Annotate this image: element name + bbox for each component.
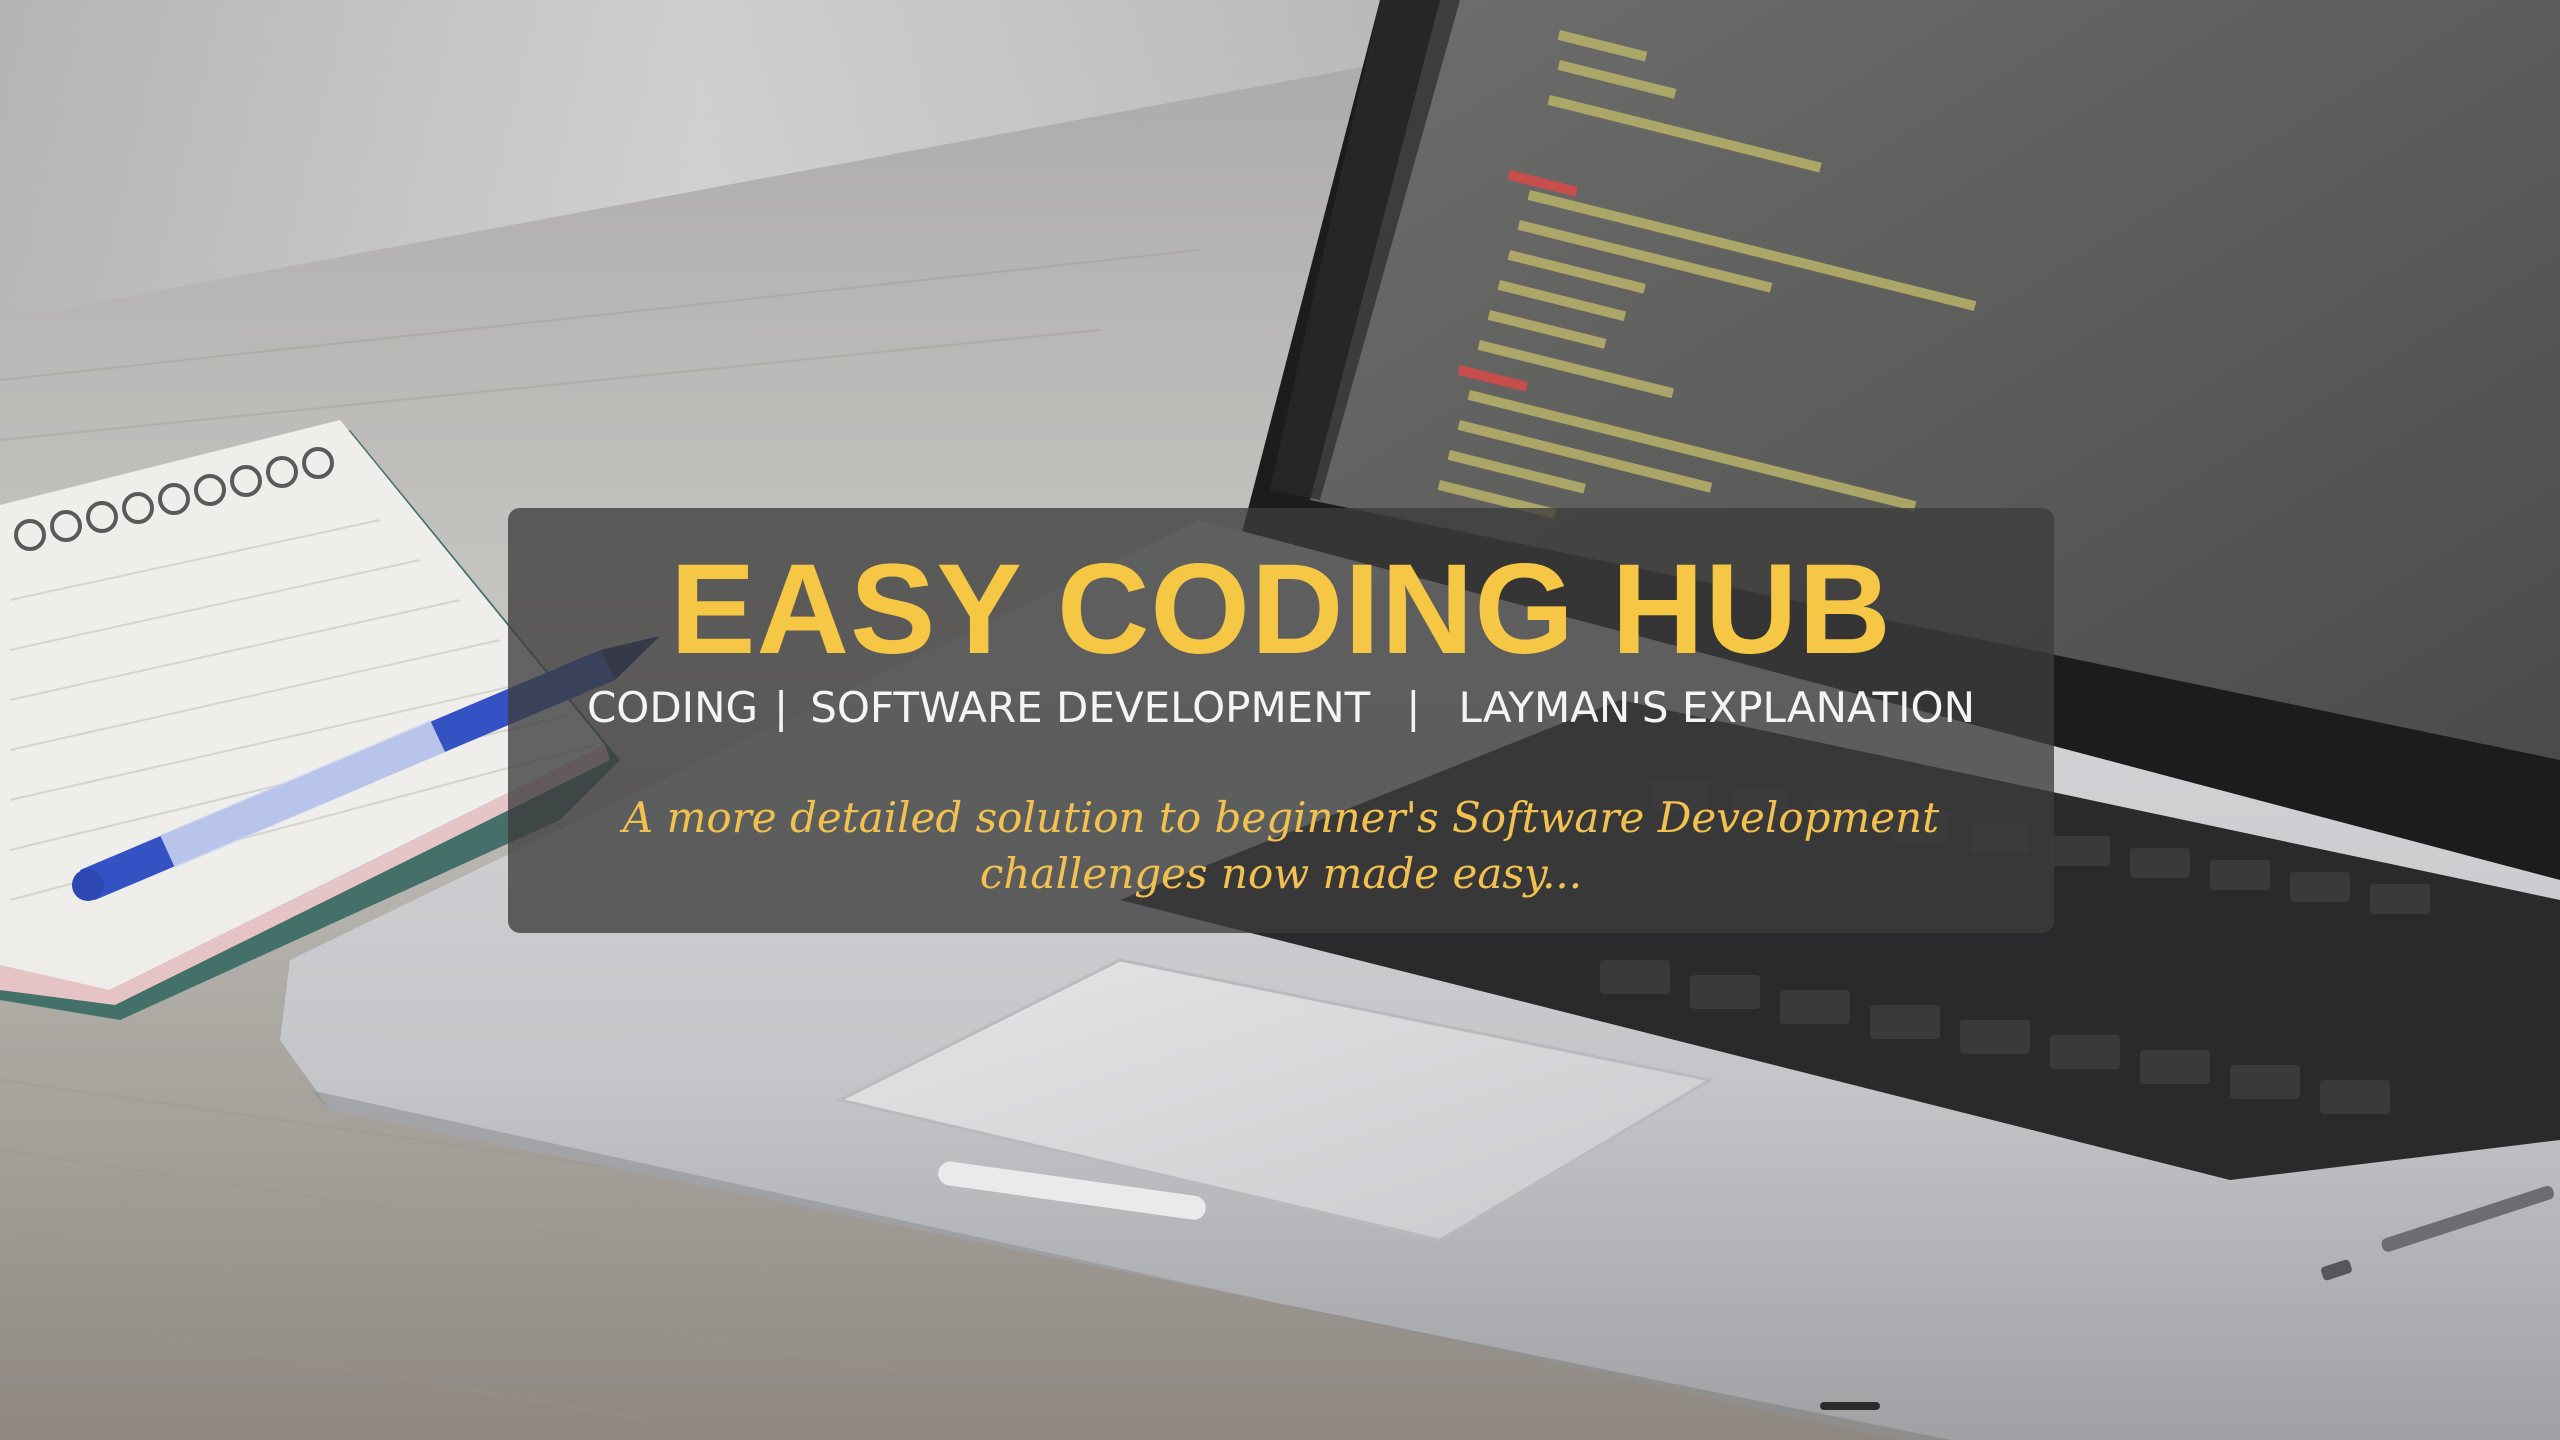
tagline: CODING | SOFTWARE DEVELOPMENT | LAYMAN'S EXP… xyxy=(508,680,2054,736)
hero-banner: EASY CODING HUB CODING | SOFTWARE DEVELOPM… xyxy=(0,0,2560,1440)
hero-subtitle: A more detailed solution to beginner's S… xyxy=(622,793,1940,898)
tagline-separator: | xyxy=(1406,683,1421,732)
tagline-item-coding: CODING xyxy=(586,683,759,732)
tagline-item-software-development: SOFTWARE DEVELOPMENT xyxy=(810,683,1371,732)
tagline-separator: | xyxy=(774,683,789,732)
tagline-item-laymans-explanation: LAYMAN'S EXPLANATION xyxy=(1458,683,1976,732)
hero-panel: EASY CODING HUB CODING | SOFTWARE DEVELOPM… xyxy=(508,508,2054,933)
site-title: EASY CODING HUB xyxy=(670,538,1892,681)
